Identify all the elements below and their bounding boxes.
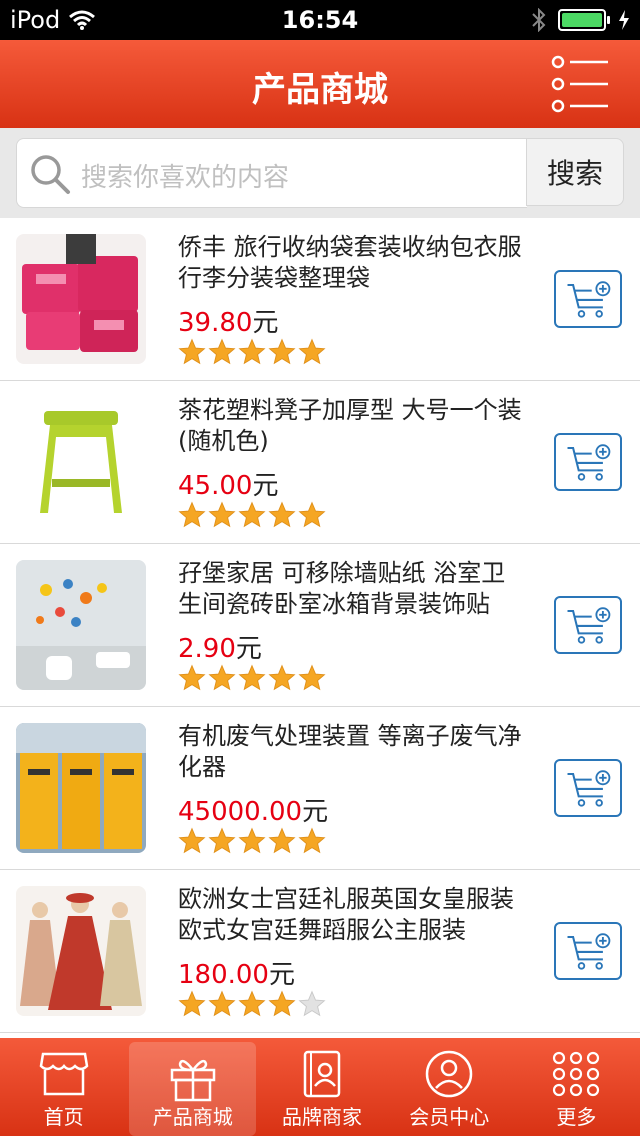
product-item[interactable]: 有机废气处理装置 等离子废气净化器 45000.00元 <box>0 707 640 870</box>
rating-stars <box>178 990 326 1018</box>
star-filled-icon <box>238 664 266 691</box>
star-filled-icon <box>268 990 296 1017</box>
price-unit: 元 <box>252 308 279 338</box>
product-image[interactable] <box>16 397 146 527</box>
rating-stars <box>178 501 326 529</box>
star-filled-icon <box>208 990 236 1017</box>
tab-bar: 首页 产品商城 品牌商家 会员中心 更多 <box>0 1038 640 1136</box>
product-item[interactable]: 侨丰 旅行收纳袋套装收纳包衣服行李分装袋整理袋 39.80元 <box>0 218 640 381</box>
user-icon <box>425 1050 473 1098</box>
price-value: 45000.00 <box>178 797 303 827</box>
star-filled-icon <box>238 827 266 854</box>
star-filled-icon <box>178 501 206 528</box>
star-filled-icon <box>298 338 326 365</box>
star-filled-icon <box>178 338 206 365</box>
star-filled-icon <box>268 664 296 691</box>
price-value: 39.80 <box>178 308 253 338</box>
star-filled-icon <box>298 501 326 528</box>
product-title[interactable]: 侨丰 旅行收纳袋套装收纳包衣服行李分装袋整理袋 <box>178 232 523 294</box>
rating-stars <box>178 338 326 366</box>
gift-icon <box>170 1059 216 1102</box>
price-unit: 元 <box>235 634 262 664</box>
grid-dots-icon <box>553 1051 600 1097</box>
tab-label: 品牌商家 <box>282 1105 362 1129</box>
product-price: 39.80元 <box>178 302 278 339</box>
star-filled-icon <box>208 827 236 854</box>
tab-label: 更多 <box>556 1105 597 1129</box>
price-value: 180.00 <box>178 960 269 990</box>
product-item[interactable]: 茶花塑料凳子加厚型 大号一个装(随机色) 45.00元 <box>0 381 640 544</box>
product-title[interactable]: 孖堡家居 可移除墙贴纸 浴室卫生间瓷砖卧室冰箱背景装饰贴 <box>178 558 523 620</box>
tab-member[interactable]: 会员中心 <box>386 1038 513 1136</box>
product-price: 180.00元 <box>178 954 295 991</box>
search-placeholder: 搜索你喜欢的内容 <box>81 163 290 193</box>
nav-bar: 产品商城 <box>0 40 640 128</box>
bluetooth-icon <box>532 8 546 32</box>
star-filled-icon <box>268 338 296 365</box>
star-filled-icon <box>238 501 266 528</box>
star-filled-icon <box>208 338 236 365</box>
search-button[interactable]: 搜索 <box>526 138 624 206</box>
add-to-cart-icon[interactable] <box>554 433 622 491</box>
add-to-cart-icon[interactable] <box>554 759 622 817</box>
add-to-cart-icon[interactable] <box>554 270 622 328</box>
rating-stars <box>178 664 326 692</box>
product-price: 45000.00元 <box>178 791 328 828</box>
star-filled-icon <box>238 338 266 365</box>
tab-label: 首页 <box>43 1105 84 1129</box>
search-icon <box>31 155 70 194</box>
rating-stars <box>178 827 326 855</box>
product-item[interactable]: 孖堡家居 可移除墙贴纸 浴室卫生间瓷砖卧室冰箱背景装饰贴 2.90元 <box>0 544 640 707</box>
product-image[interactable] <box>16 234 146 364</box>
product-item[interactable]: 欧洲女士宫廷礼服英国女皇服装欧式女宫廷舞蹈服公主服装 180.00元 <box>0 870 640 1033</box>
add-to-cart-icon[interactable] <box>554 596 622 654</box>
star-filled-icon <box>178 664 206 691</box>
product-image[interactable] <box>16 723 146 853</box>
product-image[interactable] <box>16 560 146 690</box>
star-filled-icon <box>208 501 236 528</box>
product-price: 2.90元 <box>178 628 262 665</box>
star-filled-icon <box>298 827 326 854</box>
product-image[interactable] <box>16 886 146 1016</box>
product-list: 侨丰 旅行收纳袋套装收纳包衣服行李分装袋整理袋 39.80元 茶花塑料凳子加厚型… <box>0 218 640 1033</box>
product-title[interactable]: 欧洲女士宫廷礼服英国女皇服装欧式女宫廷舞蹈服公主服装 <box>178 884 523 946</box>
tab-products[interactable]: 产品商城 <box>129 1042 257 1136</box>
brand-book-icon <box>303 1050 341 1098</box>
menu-list-icon[interactable] <box>550 54 610 114</box>
star-filled-icon <box>268 501 296 528</box>
tab-brands[interactable]: 品牌商家 <box>258 1038 385 1136</box>
page-title: 产品商城 <box>252 70 388 110</box>
tab-label: 会员中心 <box>409 1105 490 1129</box>
tab-more[interactable]: 更多 <box>513 1038 640 1136</box>
price-value: 45.00 <box>178 471 253 501</box>
star-empty-icon <box>298 990 326 1017</box>
product-title[interactable]: 有机废气处理装置 等离子废气净化器 <box>178 721 523 783</box>
star-filled-icon <box>298 664 326 691</box>
price-unit: 元 <box>268 960 295 990</box>
shop-icon <box>39 1052 88 1096</box>
star-filled-icon <box>178 990 206 1017</box>
price-unit: 元 <box>302 797 329 827</box>
battery-icon <box>558 9 610 31</box>
product-price: 45.00元 <box>178 465 278 502</box>
search-input[interactable]: 搜索你喜欢的内容 <box>16 138 527 208</box>
star-filled-icon <box>268 827 296 854</box>
product-title[interactable]: 茶花塑料凳子加厚型 大号一个装(随机色) <box>178 395 523 457</box>
add-to-cart-icon[interactable] <box>554 922 622 980</box>
status-bar: iPod 16:54 <box>0 0 640 40</box>
charging-icon <box>619 10 629 30</box>
search-bar: 搜索你喜欢的内容 搜索 <box>0 128 640 218</box>
star-filled-icon <box>208 664 236 691</box>
price-unit: 元 <box>252 471 279 501</box>
tab-label: 产品商城 <box>152 1105 233 1129</box>
tab-home[interactable]: 首页 <box>0 1038 127 1136</box>
star-filled-icon <box>238 990 266 1017</box>
price-value: 2.90 <box>178 634 236 664</box>
star-filled-icon <box>178 827 206 854</box>
